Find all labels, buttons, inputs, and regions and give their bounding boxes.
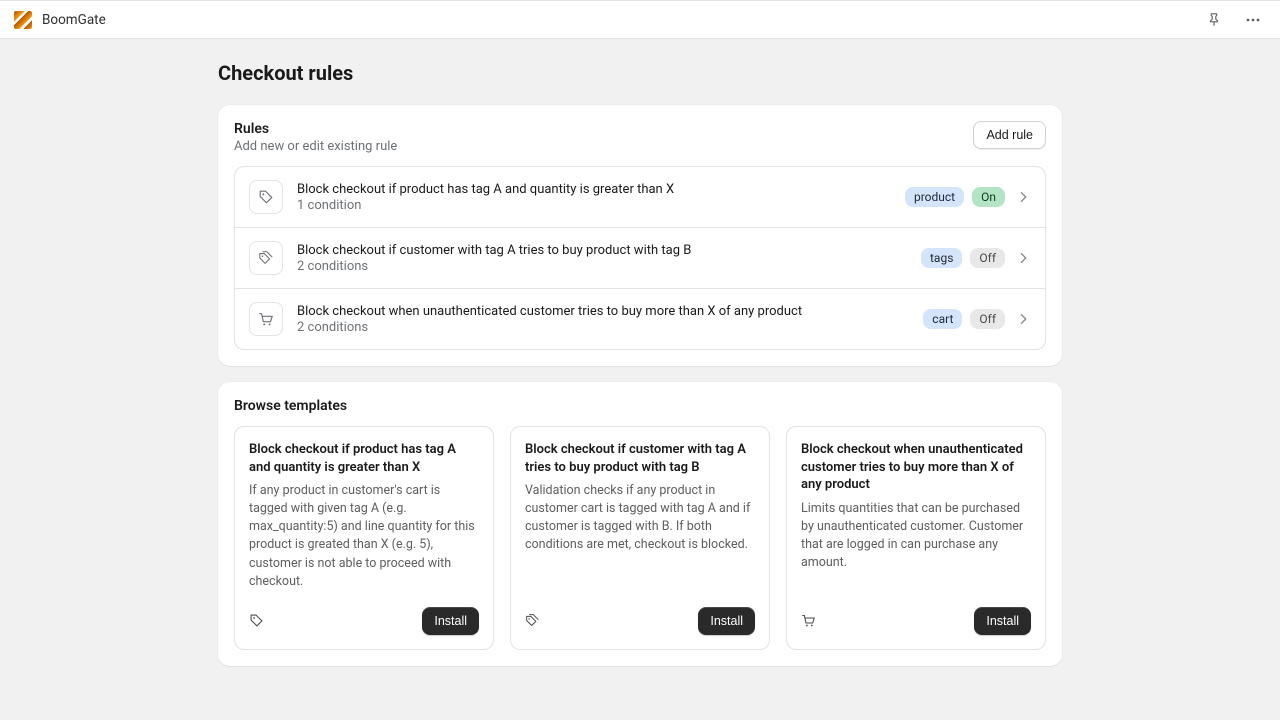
template-desc: Validation checks if any product in cust… [525,482,755,591]
type-badge: product [905,187,964,207]
install-button[interactable]: Install [422,607,479,635]
rule-meta: 2 conditions [297,320,923,335]
status-badge: Off [970,248,1005,268]
templates-card: Browse templates Block checkout if produ… [218,382,1062,666]
template-card: Block checkout if customer with tag A tr… [510,426,770,650]
more-button[interactable] [1240,7,1266,33]
top-bar: BoomGate [0,0,1280,39]
rule-title: Block checkout when unauthenticated cust… [297,304,923,319]
rule-icon-box [249,180,283,214]
chevron-right-icon [1017,312,1031,326]
rule-text: Block checkout if customer with tag A tr… [297,243,921,274]
template-card: Block checkout if product has tag A and … [234,426,494,650]
rule-icon-box [249,302,283,336]
templates-grid: Block checkout if product has tag A and … [234,426,1046,650]
tags-icon [525,613,540,628]
cart-icon [258,311,274,327]
rules-header-text: Rules Add new or edit existing rule [234,121,397,154]
install-button[interactable]: Install [698,607,755,635]
top-bar-right [1202,7,1266,33]
app-name: BoomGate [42,12,106,28]
rule-row[interactable]: Block checkout if customer with tag A tr… [235,228,1045,289]
template-desc: If any product in customer's cart is tag… [249,482,479,591]
tags-icon [258,250,274,266]
rule-meta: 2 conditions [297,259,921,274]
rule-badges: tags Off [921,248,1031,268]
template-title: Block checkout if product has tag A and … [249,441,479,476]
dots-icon [1244,11,1262,29]
tag-icon [258,189,274,205]
rule-title: Block checkout if product has tag A and … [297,182,905,197]
template-title: Block checkout when unauthenticated cust… [801,441,1031,494]
templates-title: Browse templates [234,398,1046,414]
status-badge: Off [970,309,1005,329]
top-bar-left: BoomGate [14,11,106,29]
rule-badges: cart Off [923,309,1031,329]
pin-button[interactable] [1202,8,1226,32]
template-footer: Install [801,607,1031,635]
rule-row[interactable]: Block checkout when unauthenticated cust… [235,289,1045,349]
main-content: Checkout rules Rules Add new or edit exi… [218,39,1062,712]
page-title: Checkout rules [218,61,1062,85]
tag-icon [249,613,264,628]
rules-card-header: Rules Add new or edit existing rule Add … [234,121,1046,154]
pin-icon [1206,12,1222,28]
template-desc: Limits quantities that can be purchased … [801,500,1031,591]
rule-text: Block checkout when unauthenticated cust… [297,304,923,335]
rule-badges: product On [905,187,1031,207]
template-title: Block checkout if customer with tag A tr… [525,441,755,476]
rule-row[interactable]: Block checkout if product has tag A and … [235,167,1045,228]
chevron-right-icon [1017,251,1031,265]
install-button[interactable]: Install [974,607,1031,635]
rule-text: Block checkout if product has tag A and … [297,182,905,213]
rules-list: Block checkout if product has tag A and … [234,166,1046,350]
rules-subtitle: Add new or edit existing rule [234,139,397,154]
rule-title: Block checkout if customer with tag A tr… [297,243,921,258]
template-footer: Install [249,607,479,635]
rules-title: Rules [234,121,397,137]
type-badge: tags [921,248,962,268]
cart-icon [801,613,816,628]
rule-meta: 1 condition [297,198,905,213]
add-rule-button[interactable]: Add rule [973,121,1046,149]
type-badge: cart [923,309,962,329]
app-logo [14,11,32,29]
status-badge: On [972,187,1005,207]
template-footer: Install [525,607,755,635]
chevron-right-icon [1017,190,1031,204]
template-card: Block checkout when unauthenticated cust… [786,426,1046,650]
rule-icon-box [249,241,283,275]
rules-card: Rules Add new or edit existing rule Add … [218,105,1062,366]
